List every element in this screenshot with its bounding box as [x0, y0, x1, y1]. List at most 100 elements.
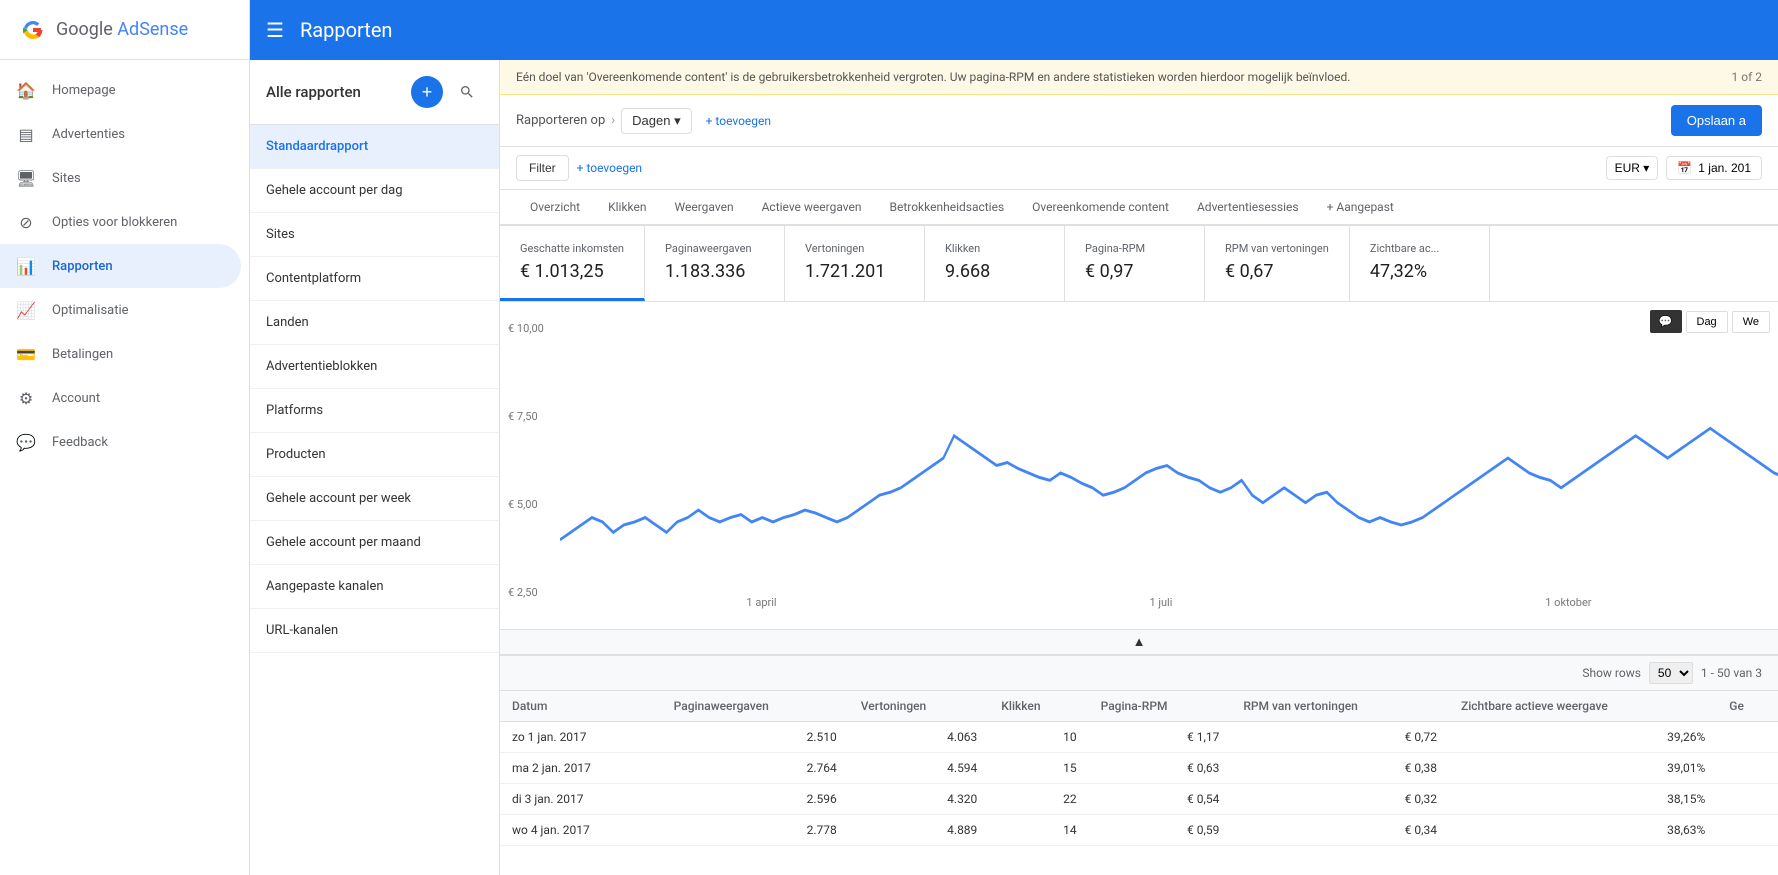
tab-item[interactable]: Betrokkenheidsacties — [876, 190, 1019, 226]
menu-icon[interactable]: ☰ — [266, 18, 284, 42]
metric-label: Vertoningen — [805, 242, 904, 255]
report-toolbar: Rapporteren op › Dagen ▾ + toevoegen Ops… — [500, 95, 1778, 147]
report-item[interactable]: Standaardrapport — [250, 125, 499, 169]
table-column-header[interactable]: RPM van vertoningen — [1231, 691, 1449, 722]
sidebar-item-optimalisatie[interactable]: 📈 Optimalisatie — [0, 288, 241, 332]
currency-selector[interactable]: EUR ▾ — [1606, 156, 1659, 180]
table-cell: 2.510 — [662, 722, 849, 753]
chart-container: 💬 Dag We € 10,00€ 7,50€ 5,00€ 2,50 1 apr… — [500, 302, 1778, 629]
sidebar-item-betalingen[interactable]: 💳 Betalingen — [0, 332, 241, 376]
metric-card[interactable]: Geschatte inkomsten € 1.013,25 — [500, 226, 645, 301]
metric-value: € 1.013,25 — [520, 261, 624, 282]
report-item[interactable]: Gehele account per dag — [250, 169, 499, 213]
metric-card[interactable]: RPM van vertoningen€ 0,67 — [1205, 226, 1350, 301]
report-item[interactable]: Gehele account per week — [250, 477, 499, 521]
day-view-button[interactable]: Dag — [1686, 311, 1728, 333]
table-cell: 14 — [989, 815, 1088, 846]
table-cell: wo 4 jan. 2017 — [500, 815, 662, 846]
report-items-list: StandaardrapportGehele account per dagSi… — [250, 125, 499, 653]
sidebar-label-account: Account — [52, 391, 100, 406]
table-column-header[interactable]: Vertoningen — [849, 691, 990, 722]
tab-item[interactable]: + Aangepast — [1313, 190, 1408, 226]
sidebar-label-sites: Sites — [52, 171, 81, 186]
rows-per-page-select[interactable]: 50 — [1649, 662, 1693, 684]
table-cell: 4.889 — [849, 815, 990, 846]
report-item[interactable]: Contentplatform — [250, 257, 499, 301]
report-item[interactable]: URL-kanalen — [250, 609, 499, 653]
report-item[interactable]: Advertentieblokken — [250, 345, 499, 389]
tab-item[interactable]: Actieve weergaven — [748, 190, 876, 226]
table-header-bar: Show rows 50 1 - 50 van 3 — [500, 656, 1778, 691]
tab-item[interactable]: Overzicht — [516, 190, 594, 226]
table-cell — [1717, 784, 1778, 815]
x-axis-label: 1 juli — [1149, 596, 1172, 609]
table-cell: € 0,63 — [1089, 753, 1232, 784]
metric-card[interactable]: Zichtbare ac...47,32% — [1350, 226, 1490, 301]
sidebar-item-rapporten[interactable]: 📊 Rapporten — [0, 244, 241, 288]
metric-card[interactable]: Klikken9.668 — [925, 226, 1065, 301]
tab-item[interactable]: Klikken — [594, 190, 660, 226]
sidebar-item-account[interactable]: ⚙ Account — [0, 376, 241, 420]
metric-card[interactable]: Vertoningen 1.721.201 — [785, 226, 925, 301]
report-item[interactable]: Aangepaste kanalen — [250, 565, 499, 609]
table-column-header[interactable]: Paginaweergaven — [662, 691, 849, 722]
table-cell: 4.594 — [849, 753, 990, 784]
metric-label: Klikken — [945, 242, 1044, 255]
tab-bar: OverzichtKlikkenWeergavenActieve weergav… — [500, 190, 1778, 226]
betalingen-icon: 💳 — [16, 344, 36, 364]
sidebar-item-advertenties[interactable]: ▤ Advertenties — [0, 112, 241, 156]
report-item[interactable]: Gehele account per maand — [250, 521, 499, 565]
account-icon: ⚙ — [16, 388, 36, 408]
tab-item[interactable]: Advertentiesessies — [1183, 190, 1313, 226]
rows-count: 1 - 50 van 3 — [1701, 666, 1762, 680]
table-cell: € 0,32 — [1231, 784, 1449, 815]
table-cell: € 1,17 — [1089, 722, 1232, 753]
opties-icon: ⊘ — [16, 212, 36, 232]
tab-item[interactable]: Overeenkomende content — [1018, 190, 1183, 226]
sidebar-item-sites[interactable]: 🖥 Sites — [0, 156, 241, 200]
tab-item[interactable]: Weergaven — [661, 190, 748, 226]
week-view-button[interactable]: We — [1732, 311, 1770, 333]
table-column-header[interactable]: Datum — [500, 691, 662, 722]
add-dimension-link[interactable]: + toevoegen — [706, 114, 771, 128]
reports-panel-header: Alle rapporten + — [250, 60, 499, 125]
table-column-header[interactable]: Zichtbare actieve weergave — [1449, 691, 1717, 722]
info-banner-text: Eén doel van 'Overeenkomende content' is… — [516, 70, 1732, 84]
collapse-handle[interactable]: ▲ — [500, 629, 1778, 655]
advertenties-icon: ▤ — [16, 124, 36, 144]
sidebar-label-opties: Opties voor blokkeren — [52, 215, 177, 230]
metric-card[interactable]: Paginaweergaven1.183.336 — [645, 226, 785, 301]
report-item[interactable]: Producten — [250, 433, 499, 477]
sidebar-item-opties[interactable]: ⊘ Opties voor blokkeren — [0, 200, 241, 244]
table-cell: 4.063 — [849, 722, 990, 753]
add-filter-link[interactable]: + toevoegen — [577, 161, 642, 175]
logo-text: Google AdSense — [56, 19, 188, 40]
add-report-button[interactable]: + — [411, 76, 443, 108]
y-axis-label: € 5,00 — [508, 498, 544, 511]
table-column-header[interactable]: Ge — [1717, 691, 1778, 722]
table-column-header[interactable]: Klikken — [989, 691, 1088, 722]
home-icon: 🏠 — [16, 80, 36, 100]
filter-button[interactable]: Filter — [516, 155, 569, 181]
date-picker-button[interactable]: 📅 1 jan. 201 — [1666, 156, 1762, 180]
period-button[interactable]: Dagen ▾ — [621, 108, 691, 134]
chat-icon-button[interactable]: 💬 — [1650, 310, 1682, 333]
google-logo-icon — [16, 14, 48, 46]
report-item[interactable]: Platforms — [250, 389, 499, 433]
table-cell: € 0,54 — [1089, 784, 1232, 815]
report-item[interactable]: Landen — [250, 301, 499, 345]
sidebar-item-feedback[interactable]: 💬 Feedback — [0, 420, 241, 464]
table-row: ma 2 jan. 20172.7644.59415€ 0,63€ 0,3839… — [500, 753, 1778, 784]
metric-card[interactable]: Pagina-RPM€ 0,97 — [1065, 226, 1205, 301]
metric-value: € 0,97 — [1085, 261, 1184, 282]
data-table: DatumPaginaweergavenVertoningenKlikkenPa… — [500, 691, 1778, 846]
metric-label: Geschatte inkomsten — [520, 242, 624, 255]
save-button[interactable]: Opslaan a — [1671, 105, 1762, 136]
collapse-icon: ▲ — [1133, 634, 1146, 650]
report-item[interactable]: Sites — [250, 213, 499, 257]
table-column-header[interactable]: Pagina-RPM — [1089, 691, 1232, 722]
table-cell: € 0,34 — [1231, 815, 1449, 846]
sidebar-item-homepage[interactable]: 🏠 Homepage — [0, 68, 241, 112]
metric-value: 1.721.201 — [805, 261, 904, 282]
search-reports-button[interactable] — [451, 76, 483, 108]
